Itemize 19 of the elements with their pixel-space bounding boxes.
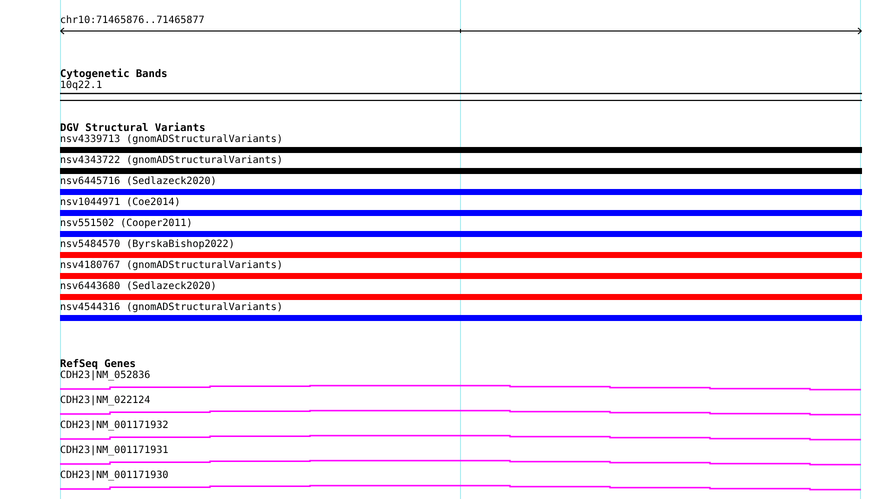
feature-label: CDH23|NM_001171930 <box>60 470 168 482</box>
feature-label: nsv551502 (Cooper2011) <box>60 218 192 230</box>
feature-label: CDH23|NM_001171932 <box>60 420 168 432</box>
feature-label: nsv5484570 (ByrskaBishop2022) <box>60 239 235 251</box>
feature-label: nsv4544316 (gnomADStructuralVariants) <box>60 302 283 314</box>
feature-label: 10q22.1 <box>60 80 102 92</box>
feature-label: nsv4180767 (gnomADStructuralVariants) <box>60 260 283 272</box>
track-title: Cytogenetic Bands <box>60 68 168 80</box>
track-title: DGV Structural Variants <box>60 122 206 134</box>
location-label: chr10:71465876..71465877 <box>60 15 204 27</box>
feature-label: nsv6443680 (Sedlazeck2020) <box>60 281 217 293</box>
feature-label: nsv4343722 (gnomADStructuralVariants) <box>60 155 283 167</box>
track-title: RefSeq Genes <box>60 358 136 370</box>
feature-label: CDH23|NM_022124 <box>60 395 150 407</box>
feature-label: CDH23|NM_001171931 <box>60 445 168 457</box>
feature-label: nsv6445716 (Sedlazeck2020) <box>60 176 217 188</box>
feature-label: nsv1044971 (Coe2014) <box>60 197 180 209</box>
feature-label: CDH23|NM_052836 <box>60 370 150 382</box>
feature-label: nsv4339713 (gnomADStructuralVariants) <box>60 134 283 146</box>
